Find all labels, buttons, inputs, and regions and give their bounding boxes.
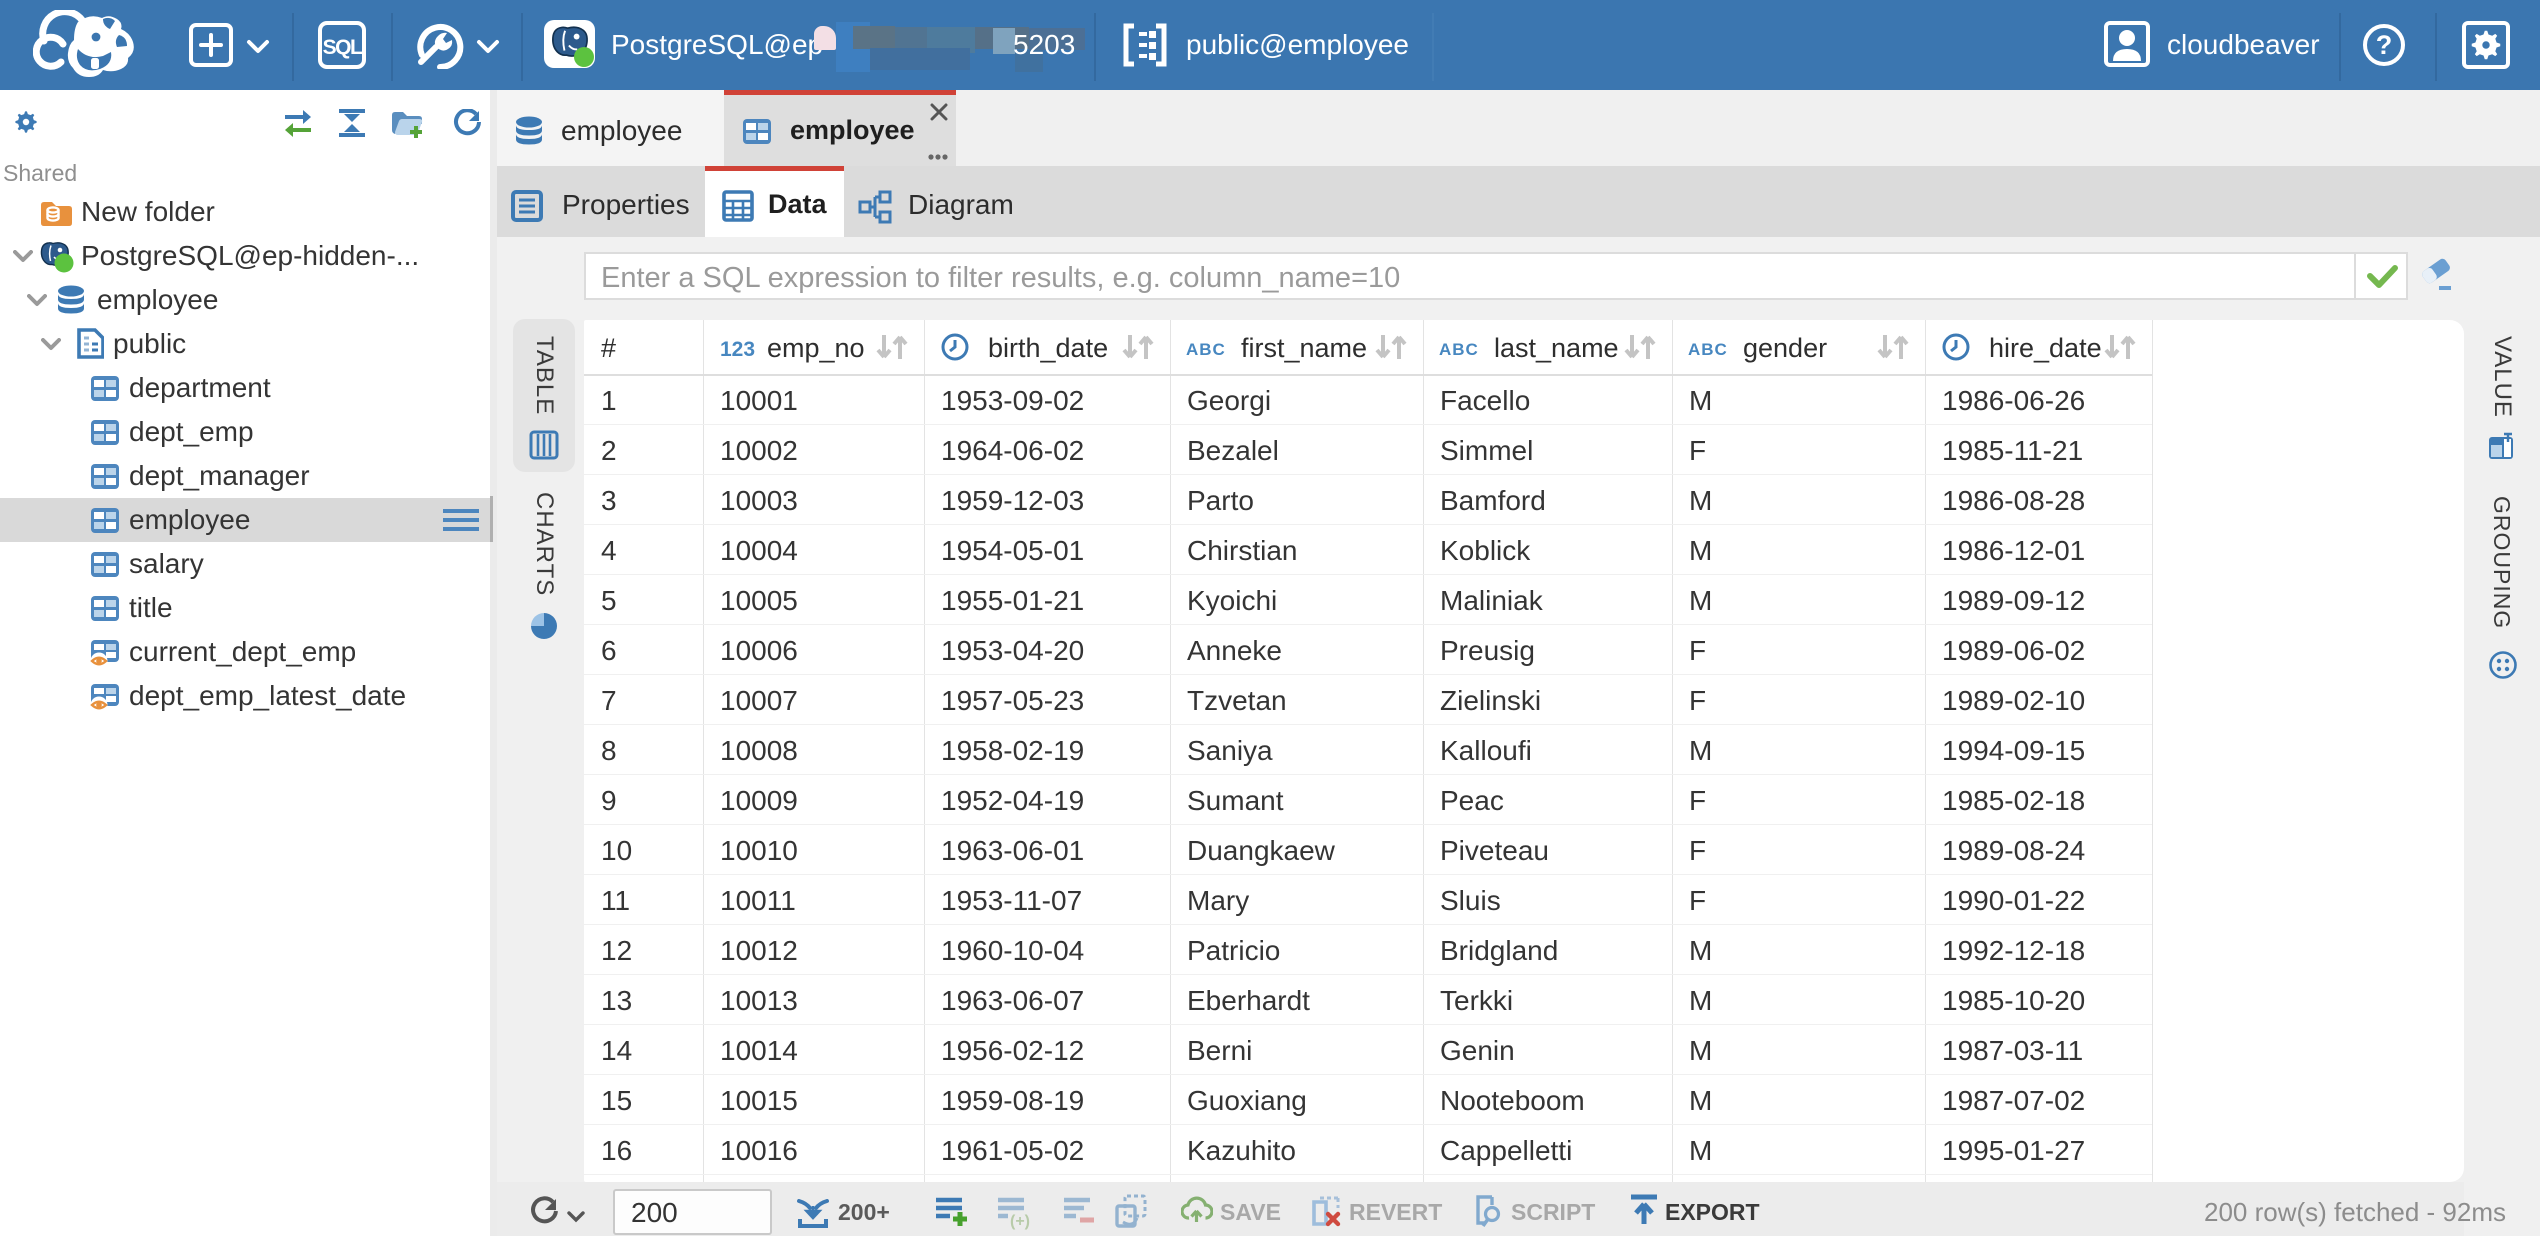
svg-text:SQL: SQL — [323, 36, 363, 59]
svg-text:?: ? — [2376, 30, 2393, 60]
svg-text:(+): (+) — [1010, 1213, 1030, 1230]
